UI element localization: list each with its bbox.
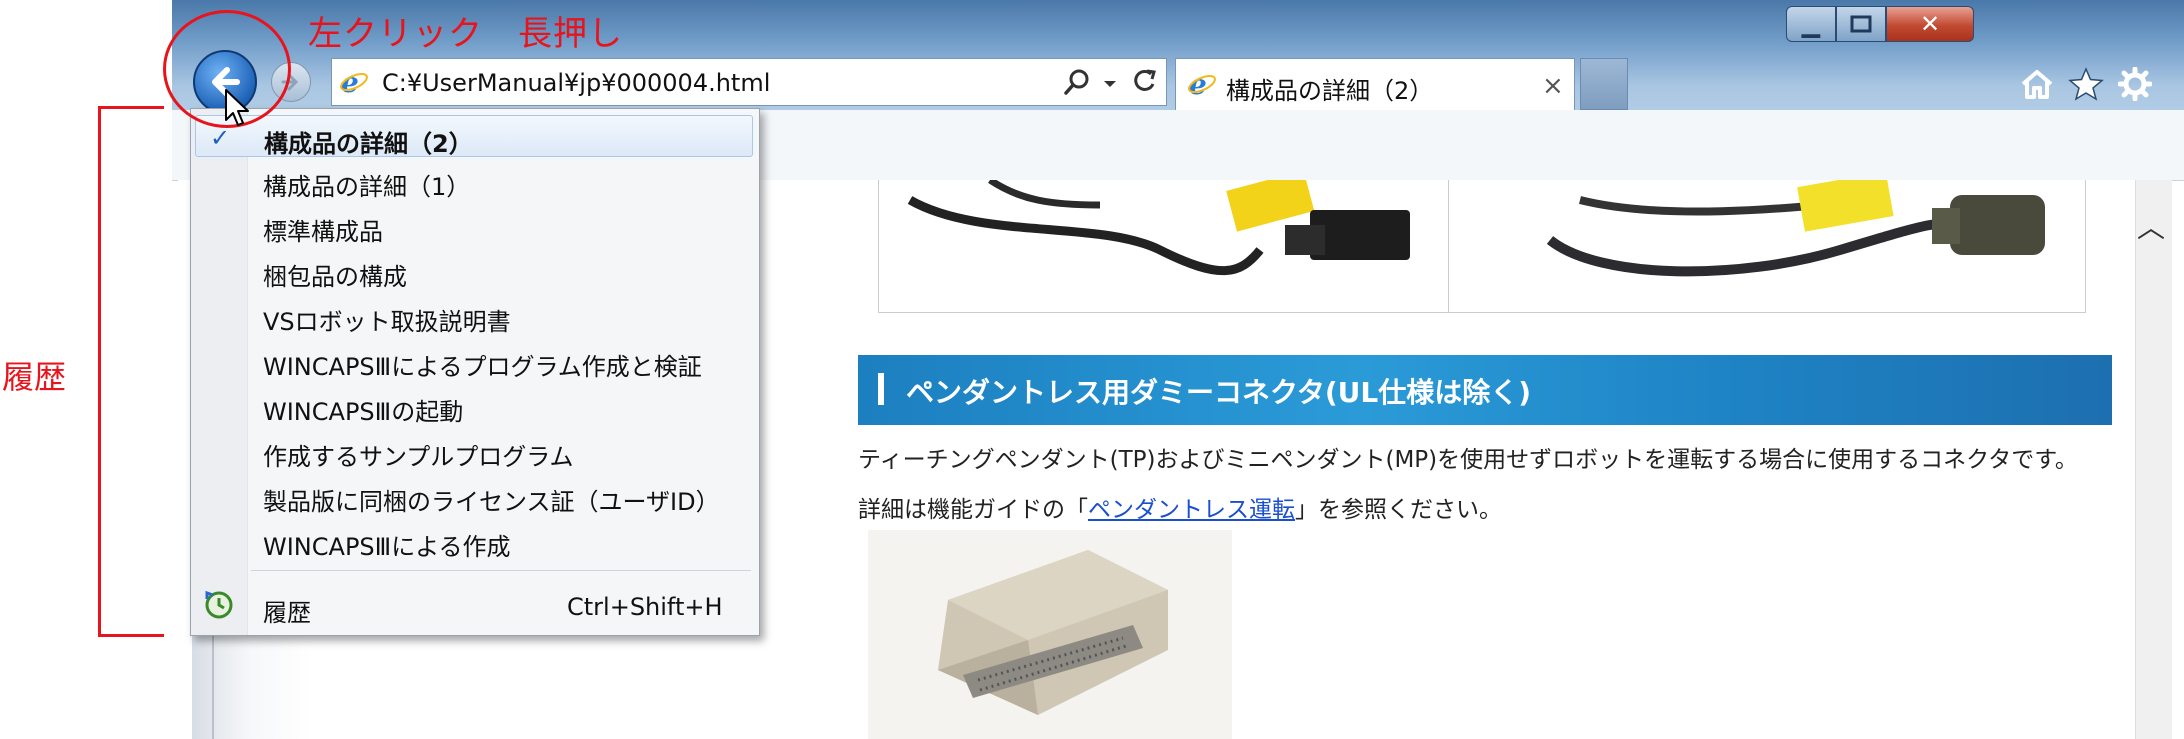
history-clock-icon bbox=[203, 589, 235, 625]
history-item[interactable]: WINCAPSⅢによるプログラム作成と検証 bbox=[195, 339, 753, 381]
history-item-label: WINCAPSⅢによるプログラム作成と検証 bbox=[263, 353, 702, 381]
history-item-label: WINCAPSⅢによる作成 bbox=[263, 533, 511, 561]
menu-separator bbox=[251, 570, 751, 571]
tab-active[interactable]: e 構成品の詳細（2） × bbox=[1175, 58, 1575, 110]
cable-photo-right bbox=[1546, 180, 2045, 277]
history-dropdown-menu: ✓ 構成品の詳細（2） 構成品の詳細（1） 標準構成品 梱包品の構成 VSロボッ… bbox=[190, 108, 760, 636]
history-item-label: 構成品の詳細（1） bbox=[263, 173, 471, 201]
description-line-1: ティーチングペンダント(TP)およびミニペンダント(MP)を使用せずロボットを運… bbox=[858, 447, 2078, 473]
history-item[interactable]: 製品版に同梱のライセンス証（ユーザID） bbox=[195, 474, 753, 516]
new-tab-button[interactable] bbox=[1580, 58, 1628, 110]
history-item-label: 作成するサンプルプログラム bbox=[263, 443, 574, 471]
refresh-icon[interactable] bbox=[1129, 66, 1159, 100]
history-shortcut-text: Ctrl+Shift+H bbox=[567, 593, 723, 621]
ie-tab-icon: e bbox=[1186, 68, 1218, 104]
history-item-label: WINCAPSⅢの起動 bbox=[263, 398, 464, 426]
history-footer-label: 履歴 bbox=[263, 599, 311, 627]
history-footer-item[interactable]: 履歴 Ctrl+Shift+H bbox=[195, 585, 753, 627]
history-item[interactable]: WINCAPSⅢの起動 bbox=[195, 384, 753, 426]
desc-prefix: 詳細は機能ガイドの「 bbox=[858, 497, 1088, 523]
history-item[interactable]: 作成するサンプルプログラム bbox=[195, 429, 753, 471]
history-item[interactable]: 梱包品の構成 bbox=[195, 249, 753, 291]
history-item-label: 標準構成品 bbox=[263, 218, 383, 246]
cable-photo-left bbox=[907, 180, 1410, 276]
dummy-connector-photo bbox=[868, 530, 1232, 739]
ie-page-icon: e bbox=[338, 66, 370, 102]
address-dropdown-icon[interactable] bbox=[1102, 75, 1118, 94]
history-item[interactable]: VSロボット取扱説明書 bbox=[195, 294, 753, 336]
history-item-label: 製品版に同梱のライセンス証（ユーザID） bbox=[263, 488, 720, 516]
desc-suffix: 」を参照ください。 bbox=[1295, 497, 1502, 523]
history-item-label: 構成品の詳細（2） bbox=[264, 130, 473, 158]
photo-table-divider bbox=[1448, 180, 1449, 313]
annotation-action-text: 左クリック 長押し bbox=[308, 14, 623, 54]
annotation-bracket bbox=[98, 106, 164, 637]
tab-title: 構成品の詳細（2） bbox=[1226, 77, 1434, 105]
close-button[interactable]: ✕ bbox=[1886, 6, 1974, 42]
settings-gear-icon[interactable] bbox=[2113, 62, 2157, 106]
history-item-label: VSロボット取扱説明書 bbox=[263, 308, 511, 336]
address-bar[interactable]: e C:¥UserManual¥jp¥000004.html bbox=[331, 58, 1167, 106]
maximize-icon bbox=[1850, 15, 1872, 33]
address-url[interactable]: C:¥UserManual¥jp¥000004.html bbox=[382, 69, 770, 97]
pendantless-operation-link[interactable]: ペンダントレス運転 bbox=[1088, 497, 1295, 523]
history-item[interactable]: WINCAPSⅢによる作成 bbox=[195, 519, 753, 561]
history-item-label: 梱包品の構成 bbox=[263, 263, 407, 291]
annotation-history-label: 履歴 bbox=[2, 358, 67, 396]
minimize-button[interactable]: ▁ bbox=[1786, 6, 1836, 42]
scroll-up-chevron-icon[interactable]: ︿ bbox=[2137, 206, 2165, 246]
maximize-button[interactable] bbox=[1836, 6, 1886, 42]
heading-accent-bar bbox=[878, 373, 884, 405]
favorites-star-icon[interactable] bbox=[2064, 62, 2108, 106]
vertical-scrollbar[interactable] bbox=[2135, 180, 2172, 739]
description-line-2: 詳細は機能ガイドの「ペンダントレス運転」を参照ください。 bbox=[858, 490, 1502, 524]
search-icon[interactable] bbox=[1062, 67, 1092, 101]
history-item-current[interactable]: ✓ 構成品の詳細（2） bbox=[195, 115, 753, 158]
home-icon[interactable] bbox=[2015, 62, 2059, 106]
history-item[interactable]: 構成品の詳細（1） bbox=[195, 159, 753, 201]
tab-close-icon[interactable]: × bbox=[1542, 71, 1564, 101]
history-item[interactable]: 標準構成品 bbox=[195, 204, 753, 246]
section-heading: ペンダントレス用ダミーコネクタ(UL仕様は除く) bbox=[858, 355, 2112, 425]
mouse-cursor-icon bbox=[224, 88, 254, 134]
heading-text: ペンダントレス用ダミーコネクタ(UL仕様は除く) bbox=[906, 376, 1532, 409]
